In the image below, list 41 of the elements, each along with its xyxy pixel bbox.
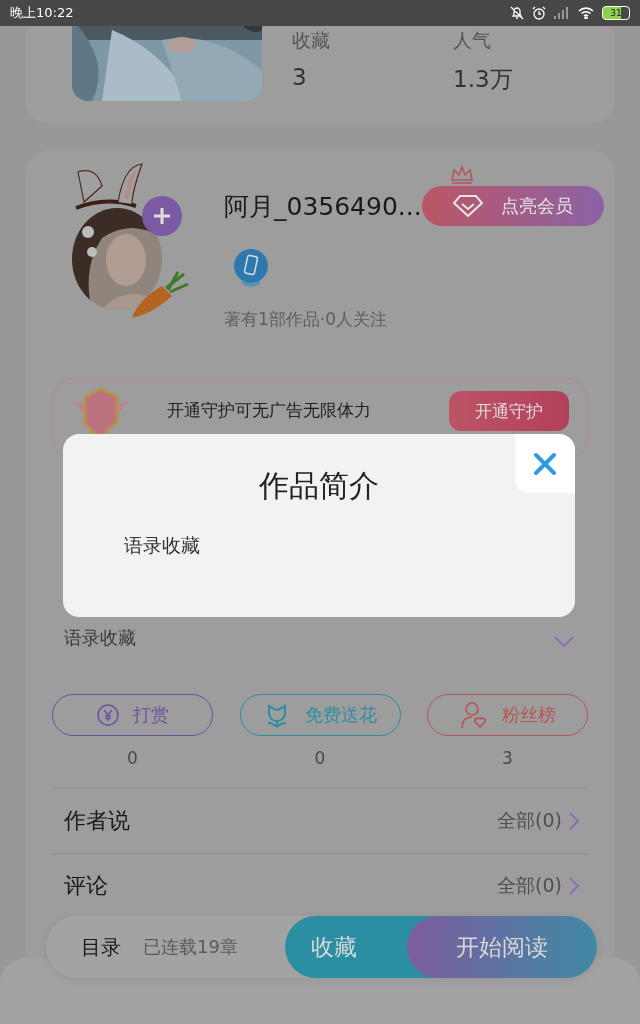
collect-button[interactable]: 收藏 [285,916,407,978]
add-button[interactable] [142,196,182,236]
chapter-count: 已连载19章 [143,935,238,959]
close-button[interactable] [515,434,575,493]
yen-coin-icon [96,704,119,726]
intro-text: 语录收藏 [64,626,136,650]
user-heart-icon [459,701,488,729]
close-icon [533,451,557,476]
read-button[interactable]: 开始阅读 [407,916,597,978]
toc-link[interactable]: 目录 [81,933,121,961]
wifi-icon [578,7,594,19]
phone-badge-icon [232,248,270,288]
plus-icon [153,207,171,225]
view-all-link[interactable]: 全部(0) [497,808,580,834]
chevron-right-icon [568,876,580,896]
view-all-link[interactable]: 全部(0) [497,873,580,899]
battery-icon: 31 [602,6,630,20]
stat-value: 3 [292,64,308,90]
signal-icon [554,7,570,19]
dialog-text: 语录收藏 [124,533,201,558]
status-time: 晚上10:22 [10,4,74,22]
stat-label: 人气 [453,28,492,53]
vip-button[interactable]: 点亮会员 [421,186,604,226]
chevron-right-icon [568,811,580,831]
section-title: 评论 [64,872,108,900]
crown-icon [449,164,474,184]
author-summary: 著有1部作品·0人关注 [224,308,389,331]
bell-off-icon [510,6,524,20]
stat-value: 1.3万 [453,65,514,94]
section-title: 作者说 [64,807,130,835]
guard-button[interactable]: 开通守护 [449,391,569,431]
alarm-icon [532,6,546,20]
guard-text: 开通守护可无广告无限体力 [167,399,372,422]
action-count: 3 [501,748,514,768]
action-count: 0 [126,748,139,768]
action-count: 0 [313,748,327,768]
chevron-down-icon[interactable] [554,636,574,648]
dialog-title: 作品简介 [259,467,379,505]
author-name: 阿月_0356490... [224,190,422,223]
diamond-icon [452,195,483,217]
stat-label: 收藏 [292,28,331,53]
